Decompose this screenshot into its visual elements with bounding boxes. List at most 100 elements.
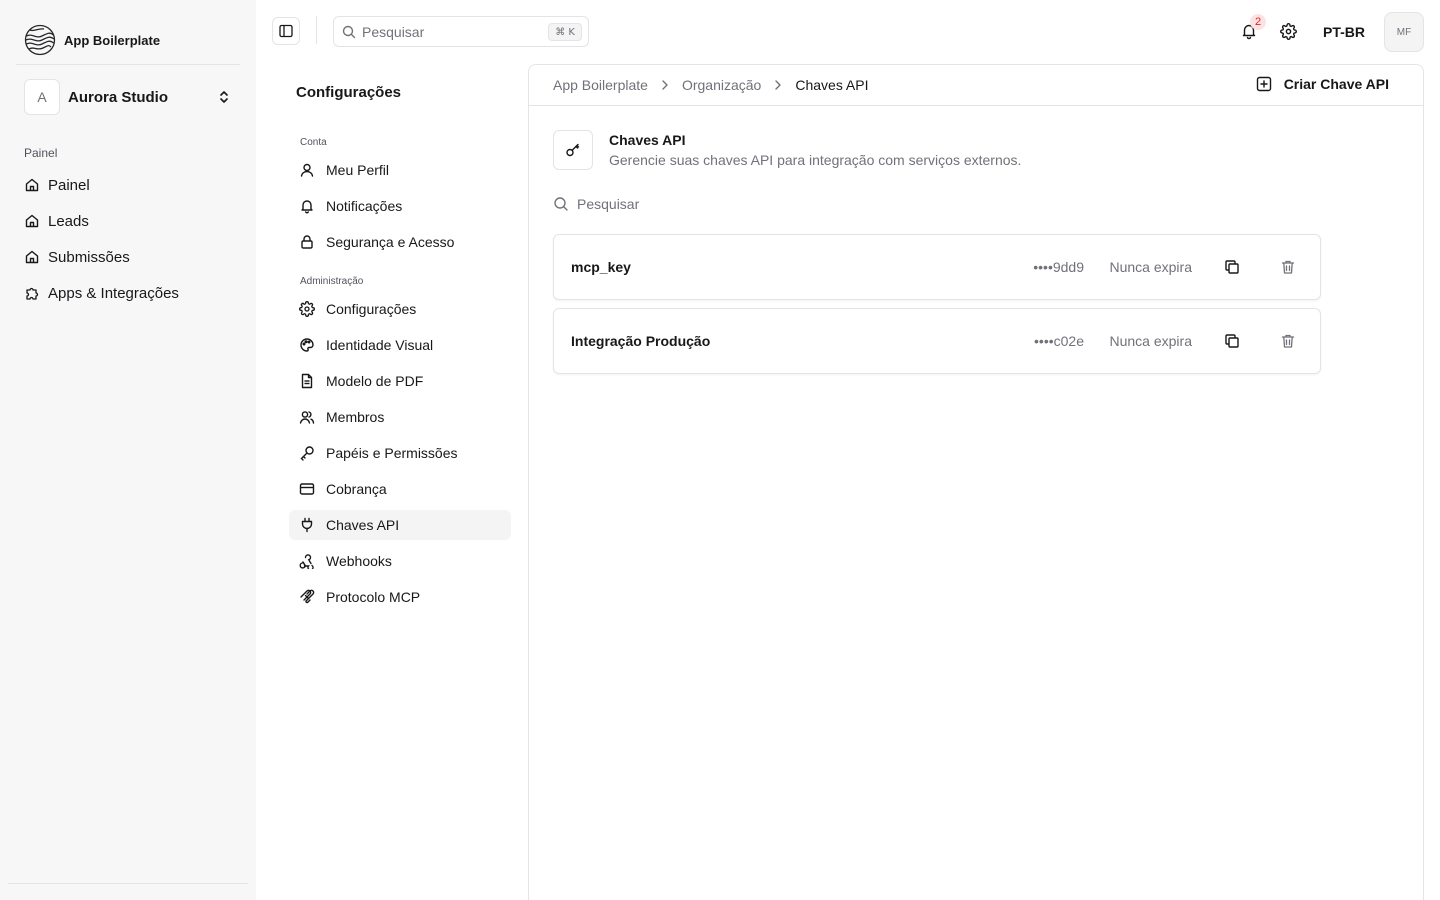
search-icon [554, 197, 568, 211]
settings-item-label: Identidade Visual [326, 337, 434, 353]
chevron-right-icon [662, 80, 668, 90]
create-api-key-button[interactable]: Criar Chave API [1256, 76, 1389, 92]
sidebar-item-label: Painel [48, 176, 90, 194]
page-header-text: Chaves API Gerencie suas chaves API para… [609, 130, 1021, 170]
sidebar-divider [16, 64, 240, 65]
create-api-key-label: Criar Chave API [1283, 76, 1389, 92]
sidebar-toggle-button[interactable] [272, 17, 300, 45]
settings-item-label: Cobrança [326, 481, 387, 497]
settings-nav-admin: Configurações Identidade Visual Modelo d… [289, 294, 511, 618]
copy-icon[interactable] [1224, 333, 1240, 349]
brand[interactable]: App Boilerplate [24, 24, 160, 56]
settings-item-identidade-visual[interactable]: Identidade Visual [289, 330, 511, 360]
home-icon [25, 178, 39, 192]
bell-icon [301, 200, 313, 214]
page-header: Chaves API Gerencie suas chaves API para… [553, 130, 1021, 170]
sidebar-item-apps-integracoes[interactable]: Apps & Integrações [16, 275, 240, 311]
settings-item-notificacoes[interactable]: Notificações [289, 191, 511, 221]
settings-item-chaves-api[interactable]: Chaves API [289, 510, 511, 540]
breadcrumb-item[interactable]: App Boilerplate [553, 77, 648, 93]
user-icon [300, 163, 314, 177]
copy-icon[interactable] [1224, 259, 1240, 275]
org-avatar: A [24, 79, 60, 115]
key-icon [566, 143, 580, 157]
settings-item-cobranca[interactable]: Cobrança [289, 474, 511, 504]
gear-icon [299, 301, 315, 317]
settings-item-modelo-pdf[interactable]: Modelo de PDF [289, 366, 511, 396]
credit-card-icon [299, 483, 315, 495]
settings-item-meu-perfil[interactable]: Meu Perfil [289, 155, 511, 185]
settings-item-configuracoes[interactable]: Configurações [289, 294, 511, 324]
sidebar-nav: Painel Leads Submissões Apps & Integraçõ… [16, 167, 240, 311]
api-key-row: mcp_key ••••9dd9 Nunca expira [553, 234, 1321, 300]
notification-count-badge: 2 [1250, 14, 1266, 30]
plus-square-icon [1256, 76, 1271, 92]
brand-name: App Boilerplate [64, 32, 161, 48]
api-key-expiry: Nunca expira [1109, 333, 1193, 349]
settings-item-label: Membros [326, 409, 385, 425]
palette-icon [300, 338, 314, 352]
brand-logo-icon [24, 24, 56, 56]
settings-item-label: Webhooks [326, 553, 392, 569]
global-search-input[interactable] [362, 23, 542, 40]
settings-item-papeis-permissoes[interactable]: Papéis e Permissões [289, 438, 511, 468]
sidebar-item-label: Apps & Integrações [48, 284, 179, 302]
trash-icon[interactable] [1280, 333, 1296, 349]
key-icon [300, 446, 314, 461]
page-title: Chaves API [609, 132, 686, 148]
language-selector[interactable]: PT-BR [1323, 24, 1365, 40]
api-keys-search[interactable] [553, 196, 877, 212]
org-name: Aurora Studio [68, 88, 168, 106]
page-icon-box [553, 130, 593, 170]
api-key-row: Integração Produção ••••c02e Nunca expir… [553, 308, 1321, 374]
top-bar: ⌘ K 2 PT-BR MF [256, 0, 1440, 64]
settings-group-label-conta: Conta [300, 137, 327, 148]
breadcrumb-current: Chaves API [795, 77, 869, 93]
organization-switcher[interactable]: A Aurora Studio [24, 79, 240, 115]
global-search[interactable]: ⌘ K [333, 16, 589, 47]
api-keys-search-input[interactable] [577, 196, 877, 212]
plug-icon [301, 517, 313, 533]
api-keys-panel: App Boilerplate Organização Chaves API C… [528, 64, 1424, 900]
settings-title: Configurações [296, 84, 402, 101]
api-key-expiry: Nunca expira [1109, 259, 1193, 275]
sidebar-item-leads[interactable]: Leads [16, 203, 240, 239]
app-sidebar: App Boilerplate A Aurora Studio Painel P… [0, 0, 256, 900]
settings-item-label: Protocolo MCP [326, 589, 421, 605]
api-key-name: mcp_key [571, 259, 631, 275]
sidebar-footer-divider [8, 883, 248, 884]
settings-item-label: Meu Perfil [326, 162, 390, 178]
webhook-icon [299, 554, 314, 569]
users-icon [299, 411, 315, 424]
settings-item-label: Notificações [326, 198, 403, 214]
settings-item-protocolo-mcp[interactable]: Protocolo MCP [289, 582, 511, 612]
settings-item-seguranca-acesso[interactable]: Segurança e Acesso [289, 227, 511, 257]
breadcrumb: App Boilerplate Organização Chaves API [553, 77, 869, 93]
api-key-masked-value: ••••c02e [1034, 333, 1084, 349]
sidebar-item-painel[interactable]: Painel [16, 167, 240, 203]
settings-item-webhooks[interactable]: Webhooks [289, 546, 511, 576]
api-key-masked-value: ••••9dd9 [1033, 259, 1084, 275]
sidebar-item-submissoes[interactable]: Submissões [16, 239, 240, 275]
breadcrumb-item[interactable]: Organização [682, 77, 761, 93]
user-avatar[interactable]: MF [1384, 12, 1424, 52]
page-subtitle: Gerencie suas chaves API para integração… [609, 152, 1022, 168]
settings-item-label: Segurança e Acesso [326, 234, 455, 250]
home-icon [25, 214, 39, 228]
search-icon [342, 25, 356, 38]
settings-item-label: Papéis e Permissões [326, 445, 458, 461]
sidebar-item-label: Leads [48, 212, 89, 230]
chevrons-up-down-icon [220, 91, 228, 103]
home-icon [25, 250, 39, 264]
settings-item-membros[interactable]: Membros [289, 402, 511, 432]
chevron-right-icon [775, 80, 782, 90]
trash-icon[interactable] [1280, 259, 1296, 275]
toolbar-separator [316, 16, 317, 44]
sidebar-item-label: Submissões [48, 248, 130, 266]
settings-item-label: Configurações [326, 301, 417, 317]
settings-item-label: Chaves API [326, 517, 400, 533]
puzzle-icon [26, 287, 39, 300]
settings-gear-icon[interactable] [1280, 23, 1297, 40]
search-shortcut-hint: ⌘ K [548, 23, 582, 41]
settings-nav-account: Meu Perfil Notificações Segurança e Aces… [289, 155, 511, 263]
